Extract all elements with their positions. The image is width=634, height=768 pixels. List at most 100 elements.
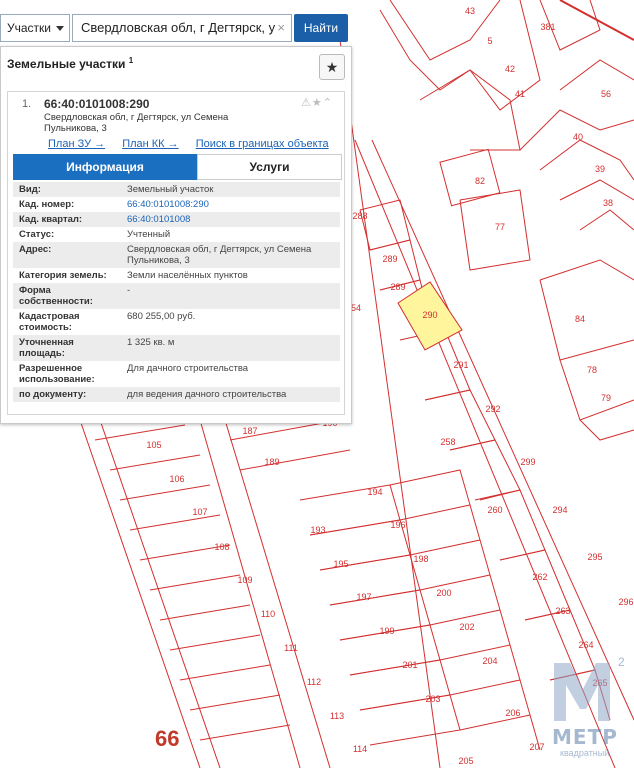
property-row: Форма собственности: - — [13, 283, 340, 309]
property-row: Разрешенное использование: Для дачного ст… — [13, 361, 340, 387]
parcel-label[interactable]: 39 — [595, 164, 605, 174]
plan-kk-link[interactable]: План КК → — [122, 138, 178, 150]
parcel-label[interactable]: 110 — [261, 609, 275, 619]
parcel-label[interactable]: 201 — [402, 660, 417, 670]
property-row: Кад. номер: 66:40:0101008:290 — [13, 197, 340, 212]
parcel-label[interactable]: 295 — [587, 552, 602, 562]
parcel-label[interactable]: 263 — [555, 606, 570, 616]
property-value[interactable]: 66:40:0101008:290 — [121, 197, 340, 212]
parcel-label[interactable]: 187 — [242, 426, 257, 436]
property-key: Категория земель: — [19, 270, 107, 281]
parcel-label[interactable]: 78 — [587, 365, 597, 375]
parcel-label[interactable]: 108 — [214, 542, 229, 552]
search-button[interactable]: Найти — [294, 14, 348, 42]
parcel-label[interactable]: 5 — [487, 36, 492, 46]
parcel-label[interactable]: 189 — [264, 457, 279, 467]
logo-subtitle: квадратный — [560, 748, 610, 758]
result-action-icons[interactable]: ⚠★⌃ — [301, 96, 333, 109]
parcel-label[interactable]: 289 — [382, 254, 397, 264]
plan-zu-link[interactable]: План ЗУ → — [48, 138, 105, 150]
property-value: для ведения дачного строительства — [127, 389, 287, 400]
property-row: Кад. квартал: 66:40:0101008 — [13, 212, 340, 227]
parcel-label[interactable]: 112 — [307, 677, 321, 687]
parcel-label[interactable]: 292 — [485, 404, 500, 414]
search-bar: Участки Свердловская обл, г Дегтярск, у … — [0, 14, 350, 42]
parcel-label[interactable]: 56 — [601, 89, 611, 99]
result-tabs: Информация Услуги — [13, 154, 342, 180]
parcel-label[interactable]: 296 — [618, 597, 633, 607]
favorite-button[interactable]: ★ — [319, 54, 345, 80]
parcel-label[interactable]: 194 — [367, 487, 382, 497]
parcel-label[interactable]: 260 — [487, 505, 502, 515]
parcel-label[interactable]: 41 — [515, 89, 525, 99]
zone-label: 66 — [155, 726, 180, 751]
parcel-label[interactable]: 84 — [575, 314, 585, 324]
parcel-label[interactable]: 77 — [495, 222, 505, 232]
parcel-label[interactable]: 288 — [352, 211, 367, 221]
parcel-label[interactable]: 196 — [390, 520, 405, 530]
parcel-label[interactable]: 113 — [330, 711, 344, 721]
parcel-label[interactable]: 42 — [505, 64, 515, 74]
parcel-label[interactable]: 264 — [578, 640, 593, 650]
parcel-label[interactable]: 290 — [422, 310, 437, 320]
parcel-label[interactable]: 289 — [390, 282, 405, 292]
property-value: Земельный участок — [127, 184, 214, 195]
search-input-value: Свердловская обл, г Дегтярск, у — [81, 20, 276, 35]
parcel-label[interactable]: 106 — [169, 474, 184, 484]
result-address: Свердловская обл, г Дегтярск, ул Семена … — [44, 112, 229, 134]
result-cadastral-number[interactable]: 66:40:0101008:290 — [44, 97, 149, 111]
property-value: 1 325 кв. м — [127, 337, 175, 348]
property-row: Вид: Земельный участок — [13, 182, 340, 197]
parcel-label[interactable]: 206 — [505, 708, 520, 718]
watermark-logo: 2 МЕТР квадратный — [548, 655, 632, 767]
parcel-label[interactable]: 43 — [465, 6, 475, 16]
property-key: Кад. квартал: — [19, 214, 83, 225]
property-value[interactable]: 66:40:0101008 — [121, 212, 340, 227]
property-key: Статус: — [19, 229, 55, 240]
search-mode-label: Участки — [7, 21, 51, 35]
parcel-label[interactable]: 82 — [475, 176, 485, 186]
parcel-label[interactable]: 54 — [351, 303, 361, 313]
parcel-label[interactable]: 38 — [603, 198, 613, 208]
parcel-label[interactable]: 197 — [356, 592, 371, 602]
parcel-label[interactable]: 105 — [146, 440, 161, 450]
parcel-label[interactable]: 114 — [353, 744, 367, 754]
tab-services[interactable]: Услуги — [197, 154, 342, 180]
parcel-label[interactable]: 79 — [601, 393, 611, 403]
result-index: 1. — [22, 98, 32, 110]
parcel-label[interactable]: 291 — [453, 360, 468, 370]
parcel-label[interactable]: 204 — [482, 656, 497, 666]
property-key: Кад. номер: — [19, 199, 75, 210]
parcel-label[interactable]: 258 — [440, 437, 455, 447]
panel-title-text: Земельные участки — [7, 57, 126, 71]
parcel-label[interactable]: 381 — [540, 22, 555, 32]
parcel-label[interactable]: 202 — [459, 622, 474, 632]
search-input[interactable]: Свердловская обл, г Дегтярск, у × — [72, 14, 292, 42]
clear-icon[interactable]: × — [277, 15, 285, 41]
parcel-label[interactable]: 107 — [192, 507, 207, 517]
parcel-label[interactable]: 262 — [532, 572, 547, 582]
parcel-label[interactable]: 198 — [413, 554, 428, 564]
parcel-label[interactable]: 205 — [458, 756, 473, 766]
tab-info[interactable]: Информация — [13, 154, 197, 180]
parcel-label[interactable]: 40 — [573, 132, 583, 142]
parcel-label[interactable]: 294 — [552, 505, 567, 515]
logo-superscript: 2 — [618, 655, 625, 669]
parcel-label[interactable]: 200 — [436, 588, 451, 598]
parcel-label[interactable]: 203 — [425, 694, 440, 704]
parcel-label[interactable]: 193 — [310, 525, 325, 535]
property-row: Адрес: Свердловская обл, г Дегтярск, ул С… — [13, 242, 340, 268]
property-key: Кадастровая стоимость: — [19, 311, 80, 333]
chevron-down-icon — [56, 26, 64, 31]
search-mode-select[interactable]: Участки — [0, 14, 70, 42]
parcel-label[interactable]: 299 — [520, 457, 535, 467]
parcel-label[interactable]: 195 — [333, 559, 348, 569]
property-row: Уточненная площадь: 1 325 кв. м — [13, 335, 340, 361]
panel-count: 1 — [128, 56, 134, 65]
property-value: Для дачного строительства — [127, 363, 249, 374]
property-row: по документу: для ведения дачного строите… — [13, 387, 340, 402]
parcel-label[interactable]: 109 — [237, 575, 252, 585]
parcel-label[interactable]: 111 — [284, 643, 298, 653]
parcel-label[interactable]: 199 — [379, 626, 394, 636]
parcel-label[interactable]: 207 — [529, 742, 544, 752]
